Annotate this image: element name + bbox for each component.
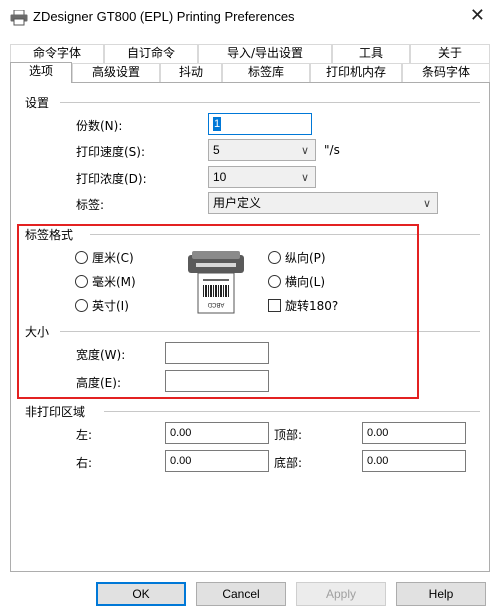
unprintable-group-label: 非打印区域 <box>25 403 92 420</box>
tab-tools[interactable]: 工具 <box>332 44 410 63</box>
speed-unit-label: "/s <box>324 143 340 157</box>
print-speed-label: 打印速度(S): <box>76 145 146 159</box>
tab-options[interactable]: 选项 <box>10 62 72 83</box>
left-margin-input[interactable]: 0.00 <box>165 422 269 444</box>
copies-value: 1 <box>213 117 222 131</box>
tab-about[interactable]: 关于 <box>410 44 490 63</box>
tab-stocks[interactable]: 标签库 <box>222 63 310 82</box>
tab-printer-memory[interactable]: 打印机内存 <box>310 63 402 82</box>
print-speed-select[interactable]: 5 ∨ <box>208 139 316 161</box>
darkness-value: 10 <box>213 170 227 184</box>
chevron-down-icon: ∨ <box>300 145 309 157</box>
chevron-down-icon: ∨ <box>300 172 309 184</box>
title-bar: ZDesigner GT800 (EPL) Printing Preferenc… <box>0 0 499 36</box>
tab-row-bottom: 选项 高级设置 抖动 标签库 打印机内存 条码字体 <box>10 62 490 83</box>
copies-input[interactable]: 1 <box>208 113 312 135</box>
settings-group-line <box>60 102 480 103</box>
tab-advanced-setup[interactable]: 高级设置 <box>72 63 160 82</box>
tab-row-top: 命令字体 自订命令 导入/导出设置 工具 关于 <box>10 44 490 63</box>
tab-custom-commands[interactable]: 自订命令 <box>104 44 198 63</box>
bottom-margin-input[interactable]: 0.00 <box>362 450 466 472</box>
tab-import-export[interactable]: 导入/导出设置 <box>198 44 332 63</box>
close-icon[interactable]: ✕ <box>470 6 485 26</box>
tab-barcode-fonts[interactable]: 条码字体 <box>402 63 490 82</box>
darkness-select[interactable]: 10 ∨ <box>208 166 316 188</box>
unprintable-group-line <box>104 411 480 412</box>
settings-group-label: 设置 <box>25 94 56 111</box>
label-stock-select[interactable]: 用户定义 ∨ <box>208 192 438 214</box>
chevron-down-icon: ∨ <box>422 198 431 210</box>
label-stock-label: 标签: <box>76 198 105 212</box>
copies-label: 份数(N): <box>76 119 123 133</box>
right-margin-input[interactable]: 0.00 <box>165 450 269 472</box>
printer-app-icon <box>10 9 28 26</box>
cancel-button[interactable]: Cancel <box>196 582 286 606</box>
ok-button[interactable]: OK <box>96 582 186 606</box>
print-speed-value: 5 <box>213 143 220 157</box>
apply-button[interactable]: Apply <box>296 582 386 606</box>
highlight-box <box>17 224 419 399</box>
right-margin-label: 右: <box>76 456 93 470</box>
top-margin-label: 顶部: <box>274 428 303 442</box>
tab-dithering[interactable]: 抖动 <box>160 63 222 82</box>
help-button[interactable]: Help <box>396 582 486 606</box>
window-title: ZDesigner GT800 (EPL) Printing Preferenc… <box>33 9 295 24</box>
tab-command-font[interactable]: 命令字体 <box>10 44 104 63</box>
label-stock-value: 用户定义 <box>213 196 262 210</box>
left-margin-label: 左: <box>76 428 93 442</box>
darkness-label: 打印浓度(D): <box>76 172 147 186</box>
bottom-margin-label: 底部: <box>274 456 303 470</box>
top-margin-input[interactable]: 0.00 <box>362 422 466 444</box>
